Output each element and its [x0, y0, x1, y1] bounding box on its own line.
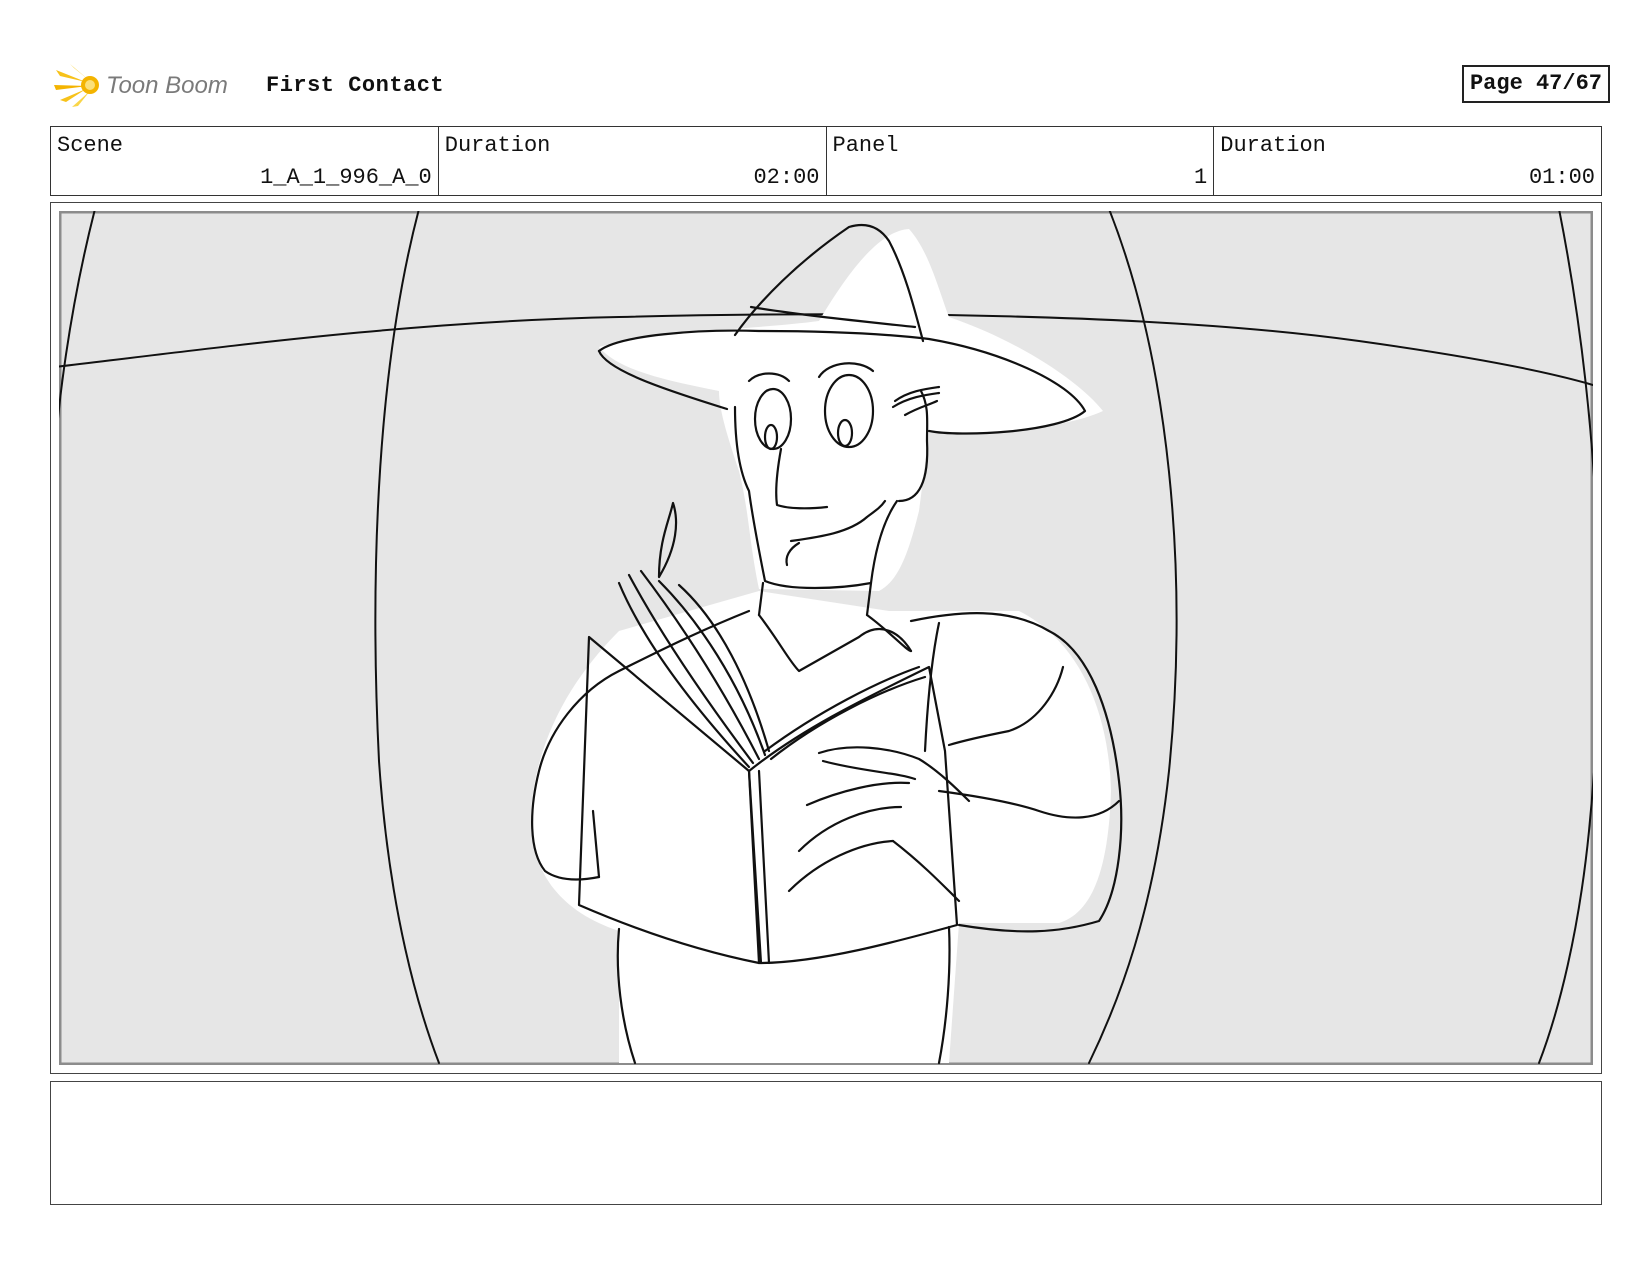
- svg-text:Toon Boom: Toon Boom: [106, 72, 228, 99]
- project-title: First Contact: [266, 73, 445, 98]
- scene-label: Scene: [57, 133, 124, 158]
- page-number: Page 47/67: [1461, 65, 1610, 103]
- panel-duration-value: 01:00: [1528, 165, 1595, 190]
- toon-boom-logo: Toon Boom: [54, 64, 228, 107]
- panel-cell: Panel 1: [827, 127, 1215, 195]
- storyboard-sketch: [59, 211, 1593, 1065]
- storyboard-panel: [50, 202, 1602, 1074]
- panel-value: 1: [1194, 165, 1208, 190]
- panel-duration-label: Duration: [1220, 133, 1326, 158]
- scene-cell: Scene 1_A_1_996_A_0: [51, 127, 439, 195]
- flame-icon: [54, 64, 99, 107]
- page-header: Toon Boom First Contact Page 47/67: [50, 58, 1610, 110]
- scene-duration-label: Duration: [444, 133, 551, 158]
- panel-label: Panel: [832, 133, 899, 158]
- panel-duration-cell: Duration 01:00: [1214, 127, 1601, 195]
- scene-duration-value: 02:00: [753, 165, 820, 190]
- panel-notes-box: [50, 1081, 1602, 1205]
- scene-info-table: Scene 1_A_1_996_A_0 Duration 02:00 Panel…: [50, 126, 1602, 196]
- scene-value: 1_A_1_996_A_0: [260, 165, 432, 190]
- scene-duration-cell: Duration 02:00: [439, 127, 827, 195]
